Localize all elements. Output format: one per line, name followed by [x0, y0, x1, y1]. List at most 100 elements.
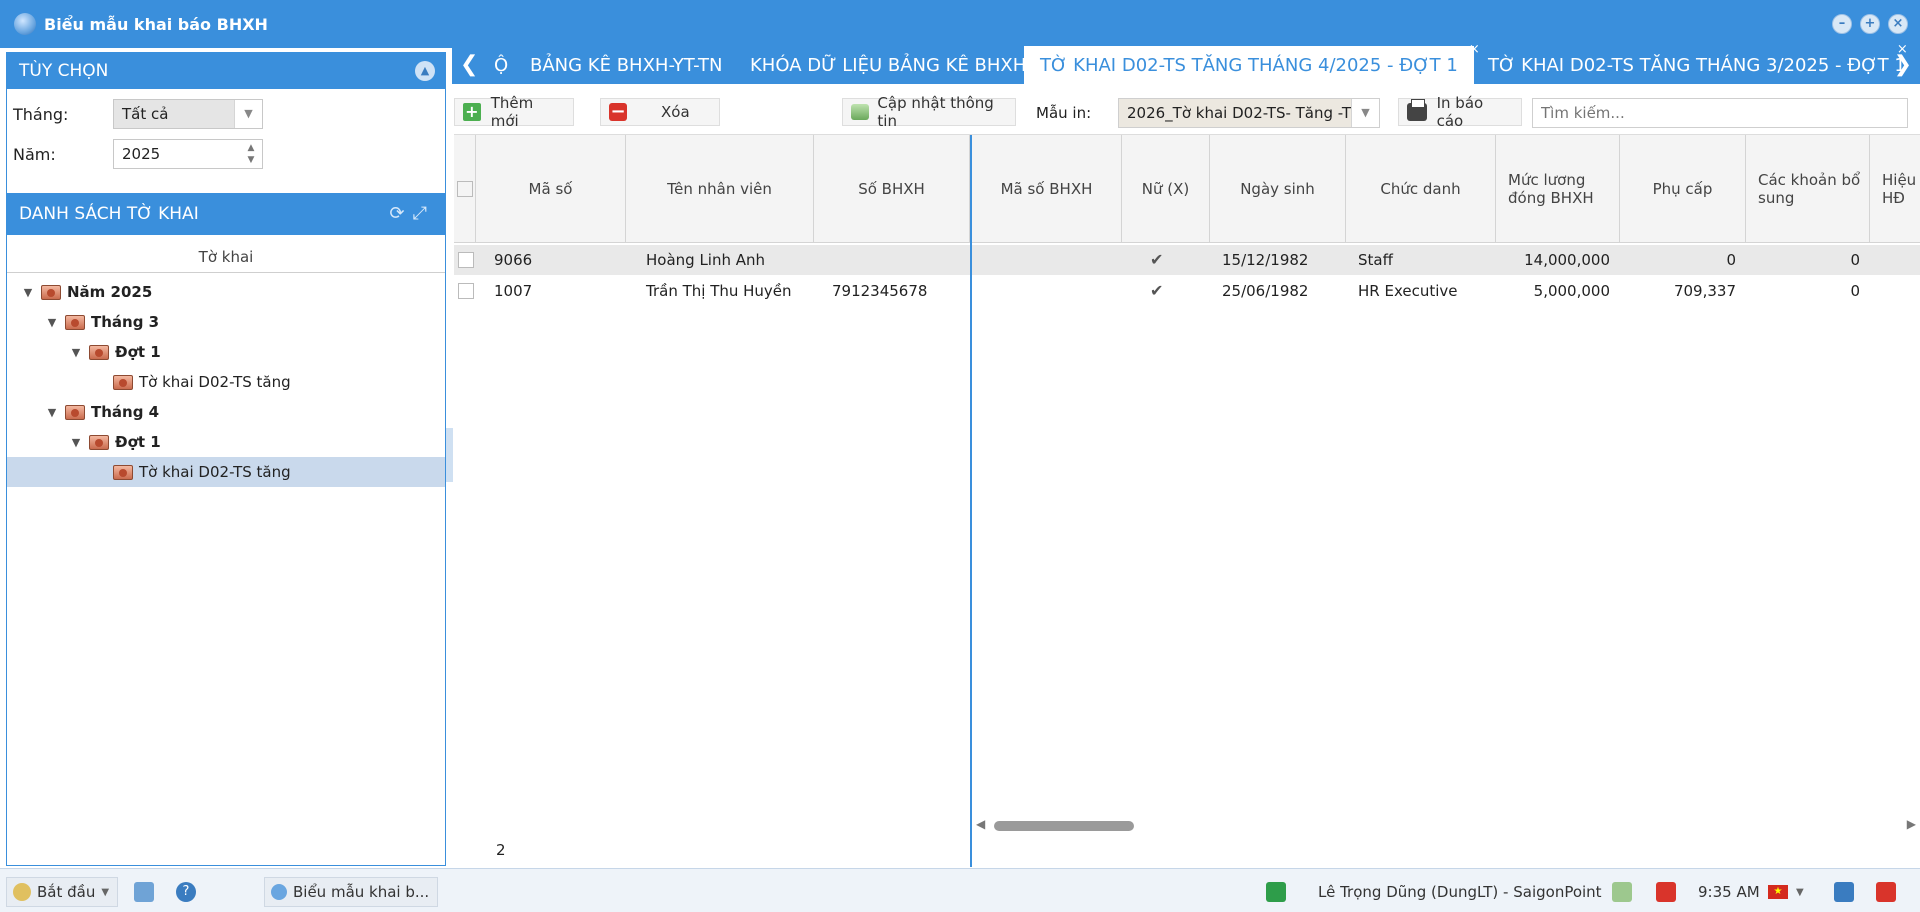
- tree-node-label: Đợt 1: [115, 433, 161, 451]
- cell-nu[interactable]: ✔: [1150, 276, 1190, 306]
- tab-item[interactable]: BẢNG KÊ BHXH-YT-TN: [514, 46, 738, 84]
- folder-icon: [113, 374, 133, 390]
- expand-arrow-icon[interactable]: ▼: [45, 406, 59, 419]
- sync-icon[interactable]: [1612, 877, 1632, 907]
- update-info-button[interactable]: Cập nhật thông tin: [842, 94, 1016, 130]
- tree-node-label: Tháng 3: [91, 313, 160, 331]
- panel-splitter[interactable]: [446, 428, 453, 482]
- folder-icon: [89, 344, 109, 360]
- year-value: 2025: [122, 145, 161, 163]
- expand-arrow-icon[interactable]: ▼: [21, 286, 35, 299]
- list-tools: ⟳ ⤢: [390, 203, 428, 224]
- col-bo-sung[interactable]: Các khoản bổ sung: [1746, 135, 1870, 243]
- start-button[interactable]: Bắt đầu ▼: [6, 877, 118, 907]
- print-button[interactable]: In báo cáo: [1398, 94, 1522, 130]
- year-stepper[interactable]: 2025 ▲ ▼: [113, 139, 263, 169]
- flag-icon[interactable]: ★ ▼: [1768, 877, 1804, 907]
- cell-ngay-sinh: 25/06/1982: [1222, 282, 1309, 300]
- minus-icon: −: [609, 101, 627, 122]
- help-icon[interactable]: ?: [176, 877, 196, 907]
- media-icon[interactable]: [1656, 877, 1676, 907]
- scroll-left-icon[interactable]: ◀: [976, 817, 985, 831]
- search-input[interactable]: [1532, 98, 1908, 128]
- tree-node[interactable]: ▼ Tháng 4: [7, 397, 445, 427]
- cell-ten: Hoàng Linh Anh: [646, 251, 766, 269]
- add-button[interactable]: + Thêm mới: [454, 94, 574, 130]
- cell-so-bhxh: [832, 245, 968, 275]
- tree-node[interactable]: Tờ khai D02-TS tăng: [7, 457, 445, 487]
- row-checkbox[interactable]: [458, 283, 474, 299]
- tab-scroll-left-icon[interactable]: ❮: [460, 52, 478, 77]
- close-icon[interactable]: ×: [1888, 14, 1908, 34]
- col-nu[interactable]: Nữ (X): [1122, 135, 1210, 243]
- expand-icon[interactable]: ⤢: [413, 203, 427, 224]
- cell-nu[interactable]: ✔: [1150, 245, 1190, 275]
- tree-column-header: Tờ khai: [7, 241, 445, 273]
- refresh-icon[interactable]: ⟳: [390, 203, 405, 224]
- cell-muc-luong: 14,000,000: [1524, 251, 1610, 269]
- tab-label: TỜ KHAI D02-TS TĂNG THÁNG 3/2025 - ĐỢT 1: [1488, 54, 1906, 76]
- stepper-arrows-icon[interactable]: ▲ ▼: [244, 142, 258, 166]
- power-icon[interactable]: [1876, 877, 1896, 907]
- left-panel: TÙY CHỌN ▲ Tháng: Tất cả ▼ Năm: 2025 ▲ ▼ …: [6, 52, 446, 866]
- month-row: Tháng: Tất cả ▼: [13, 99, 263, 129]
- maximize-icon[interactable]: +: [1860, 14, 1880, 34]
- col-hieu-luc[interactable]: Hiệu HĐ: [1870, 135, 1920, 243]
- row-checkbox[interactable]: [458, 252, 474, 268]
- list-header: DANH SÁCH TỜ KHAI ⟳ ⤢: [7, 193, 445, 235]
- delete-button[interactable]: − Xóa: [600, 98, 720, 126]
- tree-node[interactable]: ▼ Đợt 1: [7, 427, 445, 457]
- switch-icon[interactable]: [1266, 877, 1286, 907]
- template-select[interactable]: 2026_Tờ khai D02-TS- Tăng -TS ▼: [1118, 98, 1380, 128]
- table-row[interactable]: 9066 Hoàng Linh Anh ✔ 15/12/1982 Staff 14,000…: [454, 245, 1920, 275]
- month-label: Tháng:: [13, 104, 69, 124]
- tree-node-label: Đợt 1: [115, 343, 161, 361]
- options-header: TÙY CHỌN ▲: [7, 53, 445, 89]
- chevron-down-icon[interactable]: ▼: [234, 100, 262, 128]
- col-ma-so[interactable]: Mã số: [476, 135, 626, 243]
- scroll-thumb[interactable]: [994, 821, 1134, 831]
- tree-node[interactable]: Tờ khai D02-TS tăng: [7, 367, 445, 397]
- tab-bar: ❮ Ộ BẢNG KÊ BHXH-YT-TN KHÓA DỮ LIỆU BẢNG KÊ…: [452, 42, 1920, 84]
- update-icon: [851, 104, 870, 120]
- col-so-bhxh[interactable]: Số BHXH: [814, 135, 970, 243]
- table-row[interactable]: 1007 Trần Thị Thu Huyền 7912345678 ✔ 25/06/1…: [454, 276, 1920, 306]
- taskbar-window-label: Biểu mẫu khai b...: [293, 883, 430, 901]
- tab-item[interactable]: KHÓA DỮ LIỆU BẢNG KÊ BHXH: [734, 46, 1042, 84]
- col-ten-nhan-vien[interactable]: Tên nhân viên: [626, 135, 814, 243]
- cell-ten: Trần Thị Thu Huyền: [646, 282, 792, 300]
- calendar-icon[interactable]: [134, 877, 154, 907]
- month-select[interactable]: Tất cả ▼: [113, 99, 263, 129]
- col-phu-cap[interactable]: Phụ cấp: [1620, 135, 1746, 243]
- tab-scroll-right-icon[interactable]: ❯: [1894, 52, 1912, 77]
- tab-item[interactable]: TỜ KHAI D02-TS TĂNG THÁNG 3/2025 - ĐỢT 1…: [1472, 42, 1920, 84]
- chevron-down-icon[interactable]: ▼: [1351, 99, 1379, 127]
- col-ngay-sinh[interactable]: Ngày sinh: [1210, 135, 1346, 243]
- tree-node[interactable]: ▼ Đợt 1: [7, 337, 445, 367]
- col-chuc-danh[interactable]: Chức danh: [1346, 135, 1496, 243]
- minimize-icon[interactable]: –: [1832, 14, 1852, 34]
- expand-arrow-icon[interactable]: ▼: [45, 316, 59, 329]
- col-muc-luong[interactable]: Mức lương đóng BHXH: [1496, 135, 1620, 243]
- desktop-icon[interactable]: [1834, 877, 1854, 907]
- taskbar-window-button[interactable]: Biểu mẫu khai b...: [264, 877, 438, 907]
- cell-muc-luong: 5,000,000: [1533, 282, 1610, 300]
- horizontal-scrollbar[interactable]: ◀ ▶: [974, 817, 1918, 833]
- cell-chuc-danh: Staff: [1358, 251, 1393, 269]
- tab-item[interactable]: Ộ: [482, 46, 508, 84]
- expand-arrow-icon[interactable]: ▼: [69, 346, 83, 359]
- folder-icon: [113, 464, 133, 480]
- scroll-right-icon[interactable]: ▶: [1907, 817, 1916, 831]
- tree-node[interactable]: ▼ Năm 2025: [7, 277, 445, 307]
- chevron-down-icon: ▼: [101, 886, 110, 898]
- expand-arrow-icon[interactable]: ▼: [69, 436, 83, 449]
- grid-header: Mã số Tên nhân viên Số BHXH Mã số BHXH N…: [454, 135, 1920, 243]
- cell-ma-so-bhxh: [984, 245, 1120, 275]
- tree-node[interactable]: ▼ Tháng 3: [7, 307, 445, 337]
- col-ma-so-bhxh[interactable]: Mã số BHXH: [972, 135, 1122, 243]
- collapse-icon[interactable]: ▲: [415, 61, 435, 81]
- folder-icon: [41, 284, 61, 300]
- select-all-checkbox[interactable]: [456, 181, 473, 197]
- employee-grid: Mã số Tên nhân viên Số BHXH Mã số BHXH N…: [454, 134, 1920, 867]
- tab-item[interactable]: TỜ KHAI D02-TS TĂNG THÁNG 4/2025 - ĐỢT 1…: [1024, 42, 1480, 84]
